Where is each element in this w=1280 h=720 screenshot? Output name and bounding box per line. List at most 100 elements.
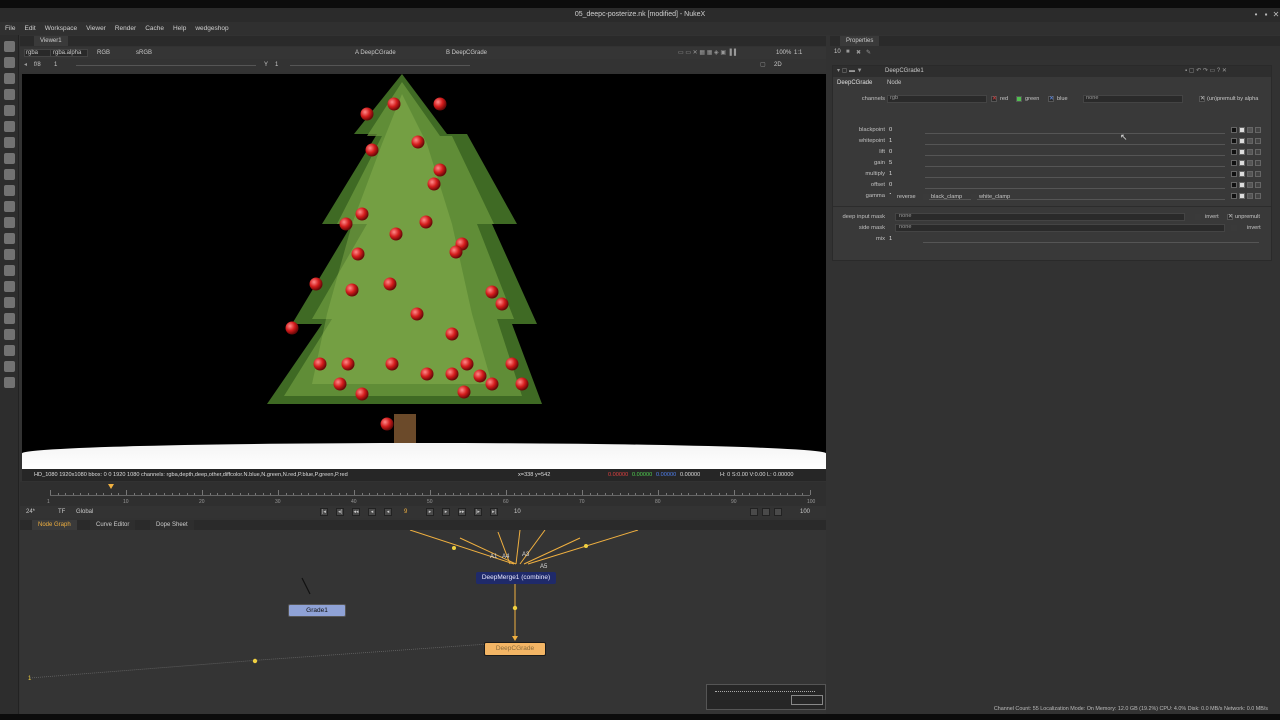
menu-wedgeshop[interactable]: wedgeshop	[195, 22, 228, 35]
viewer-toggle-icons[interactable]: ▭ ▭ ✕ ▦ ▦ ◈ ▣ ▐▐	[678, 47, 736, 59]
color-swatch-icon[interactable]	[1231, 182, 1237, 188]
end-frame-field[interactable]: 100	[800, 506, 810, 518]
channel-split-icon[interactable]	[1247, 160, 1253, 166]
channel-tool-icon[interactable]	[4, 89, 15, 100]
tab-viewer1[interactable]: Viewer1	[34, 36, 68, 46]
param-slider[interactable]	[925, 126, 1225, 134]
channel-split-icon[interactable]	[1247, 127, 1253, 133]
color-swatch-icon[interactable]	[1231, 138, 1237, 144]
param-value[interactable]: 0	[889, 149, 892, 155]
clear-panels-icon[interactable]: ✖	[856, 49, 861, 56]
param-slider[interactable]	[925, 148, 1225, 156]
furnace-tool-icon[interactable]	[4, 297, 15, 308]
tab-properties[interactable]: Properties	[840, 36, 880, 46]
minimap-viewport[interactable]	[791, 695, 823, 705]
ratio-dropdown[interactable]: 1:1	[794, 47, 802, 59]
menu-edit[interactable]: Edit	[24, 22, 35, 35]
animation-menu-icon[interactable]	[1255, 171, 1261, 177]
particles-tool-icon[interactable]	[4, 201, 15, 212]
plugin-tool-icon[interactable]	[4, 313, 15, 324]
menu-file[interactable]: File	[5, 22, 15, 35]
animation-menu-icon[interactable]	[1255, 149, 1261, 155]
step-forward-button[interactable]: ▸▸	[458, 508, 466, 516]
misc-tool-icon[interactable]	[4, 377, 15, 388]
color-wheel-icon[interactable]	[1239, 149, 1245, 155]
color-wheel-icon[interactable]	[1239, 127, 1245, 133]
settings-tool-icon[interactable]	[4, 361, 15, 372]
gamma-value[interactable]: 1	[275, 59, 278, 72]
views-tool-icon[interactable]	[4, 233, 15, 244]
channel-split-icon[interactable]	[1247, 171, 1253, 177]
mix-value[interactable]: 1	[889, 236, 892, 242]
grade-node[interactable]: Grade1	[288, 604, 346, 617]
param-slider[interactable]	[925, 137, 1225, 145]
param-value[interactable]: 5	[889, 160, 892, 166]
time-tool-icon[interactable]	[4, 73, 15, 84]
channel-split-icon[interactable]	[1247, 138, 1253, 144]
red-checkbox[interactable]: ✕	[991, 96, 997, 102]
lock-icon[interactable]	[774, 508, 782, 516]
unpremult-checkbox[interactable]: ✕	[1227, 214, 1233, 220]
step-back-button[interactable]: ◂◂	[352, 508, 360, 516]
tab-dope-sheet[interactable]: Dope Sheet	[150, 520, 194, 530]
node-graph-canvas[interactable]: A1 A4 A3 A5 DeepMerge1 (combine) Grade1 …	[20, 530, 826, 714]
prev-frame-button[interactable]: ◂	[368, 508, 376, 516]
filter-tool-icon[interactable]	[4, 121, 15, 132]
step-size-field[interactable]: 10	[514, 506, 521, 518]
param-value[interactable]: 0	[889, 127, 892, 133]
minimize-button[interactable]: •	[1252, 11, 1260, 19]
exposure-icon[interactable]: ◂	[24, 59, 27, 72]
animation-menu-icon[interactable]	[1255, 160, 1261, 166]
image-tool-icon[interactable]	[4, 41, 15, 52]
channel-split-icon[interactable]	[1247, 193, 1253, 199]
white-clamp-checkbox[interactable]	[971, 194, 977, 200]
deepcgrade-node[interactable]: DeepCGrade	[484, 642, 546, 656]
menu-cache[interactable]: Cache	[145, 22, 164, 35]
tab-node-graph[interactable]: Node Graph	[32, 520, 77, 530]
rgb-dropdown[interactable]: RGB	[97, 47, 110, 59]
color-wheel-icon[interactable]	[1239, 160, 1245, 166]
view-mode-dropdown[interactable]: 2D	[774, 59, 782, 72]
next-frame-button[interactable]: ▸	[442, 508, 450, 516]
deep-mask-invert-checkbox[interactable]	[1195, 214, 1201, 220]
prev-key-button[interactable]: ◂|	[336, 508, 344, 516]
tab-node[interactable]: Node	[887, 80, 901, 86]
panel-buttons-icons[interactable]: ▪ ▢ ↶ ↷ ▭ ? ✕	[1185, 67, 1227, 74]
zoom-dropdown[interactable]: 100%	[776, 47, 791, 59]
input-b-dropdown[interactable]: B DeepCGrade	[446, 47, 487, 59]
playhead-marker[interactable]	[108, 484, 114, 489]
deep-tool-icon[interactable]	[4, 217, 15, 228]
viewer-viewport[interactable]	[22, 74, 826, 469]
input-a-dropdown[interactable]: A DeepCGrade	[355, 47, 396, 59]
menu-render[interactable]: Render	[115, 22, 136, 35]
animation-menu-icon[interactable]	[1255, 182, 1261, 188]
tab-deepcgrade[interactable]: DeepCGrade	[837, 80, 872, 86]
pin-icon[interactable]: ✎	[866, 49, 871, 56]
reverse-checkbox[interactable]	[889, 194, 895, 200]
loop-icon[interactable]	[762, 508, 770, 516]
color-swatch-icon[interactable]	[1231, 160, 1237, 166]
roi-icon[interactable]: ▢	[760, 59, 766, 72]
color-wheel-icon[interactable]	[1239, 182, 1245, 188]
param-value[interactable]: 0	[889, 182, 892, 188]
lut-dropdown[interactable]: sRGB	[136, 47, 152, 59]
param-slider[interactable]	[925, 181, 1225, 189]
bounce-icon[interactable]	[750, 508, 758, 516]
other-tool-icon[interactable]	[4, 281, 15, 292]
animation-menu-icon[interactable]	[1255, 193, 1261, 199]
close-button[interactable]: ✕	[1272, 11, 1280, 19]
last-frame-button[interactable]: ▸|	[490, 508, 498, 516]
timeline[interactable]: 1 10 20 30 40 50 60 70 80 90 100	[20, 482, 826, 506]
merge-tool-icon[interactable]	[4, 153, 15, 164]
menu-help[interactable]: Help	[173, 22, 186, 35]
animation-menu-icon[interactable]	[1255, 138, 1261, 144]
tab-curve-editor[interactable]: Curve Editor	[90, 520, 136, 530]
menu-workspace[interactable]: Workspace	[45, 22, 77, 35]
collapse-icon[interactable]: ▾ ▢ ▬ ▼	[837, 67, 863, 74]
color-swatch-icon[interactable]	[1231, 193, 1237, 199]
param-value[interactable]: 1	[889, 138, 892, 144]
draw-tool-icon[interactable]	[4, 57, 15, 68]
param-slider[interactable]	[925, 192, 1225, 200]
scope-dropdown[interactable]: Global	[76, 506, 93, 518]
first-frame-button[interactable]: |◂	[320, 508, 328, 516]
